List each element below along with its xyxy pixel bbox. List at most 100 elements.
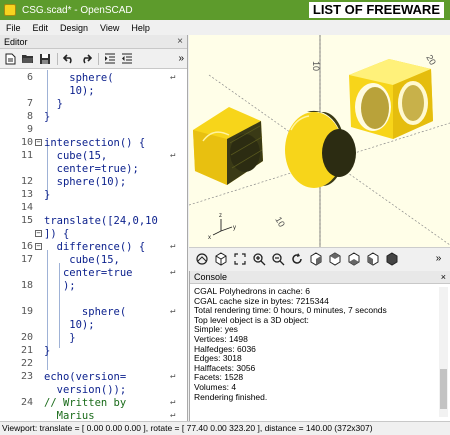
console-panel: Console × CGAL Polyhedrons in cache: 6 CG…: [189, 271, 450, 421]
code-line[interactable]: 20 }: [0, 332, 187, 345]
title-bar: CSG.scad* - OpenSCAD LIST OF FREEWARE: [0, 0, 450, 20]
sphere-object: [285, 110, 356, 188]
view-left-icon[interactable]: [364, 250, 381, 267]
code-text: translate([24,0,10: [44, 215, 158, 227]
code-line[interactable]: 18 );: [0, 280, 187, 293]
line-number: 10: [20, 137, 33, 148]
line-number: 7: [26, 98, 33, 109]
code-text: }: [44, 189, 51, 201]
3d-scene: 10 20 10 z y x: [189, 35, 450, 247]
view-bottom-icon[interactable]: [345, 250, 362, 267]
menu-edit[interactable]: Edit: [27, 23, 55, 33]
editor-toolbar-more-button[interactable]: »: [178, 53, 184, 64]
render-icon[interactable]: [212, 250, 229, 267]
redo-icon[interactable]: [78, 52, 93, 66]
code-text: Marius: [44, 410, 95, 421]
fold-toggle-icon[interactable]: −: [35, 243, 42, 250]
unindent-icon[interactable]: [119, 52, 134, 66]
code-line[interactable]: 22: [0, 358, 187, 371]
save-icon[interactable]: [37, 52, 52, 66]
code-line[interactable]: 6 sphere(↵: [0, 72, 187, 85]
console-close-button[interactable]: ×: [441, 272, 446, 282]
line-number: 12: [20, 176, 33, 187]
viewport-toolbar: »: [189, 247, 450, 269]
new-file-icon[interactable]: [3, 52, 18, 66]
menu-help[interactable]: Help: [125, 23, 156, 33]
code-line[interactable]: 8}: [0, 111, 187, 124]
view-front-icon[interactable]: [383, 250, 400, 267]
console-scrollbar-thumb[interactable]: [440, 369, 447, 409]
open-folder-icon[interactable]: [20, 52, 35, 66]
code-text: }: [44, 111, 51, 123]
code-line[interactable]: 9: [0, 124, 187, 137]
wrap-marker-icon: ↵: [170, 306, 176, 316]
code-text: sphere(: [44, 306, 127, 318]
code-text: }: [44, 332, 76, 344]
wrap-marker-icon: ↵: [170, 72, 176, 82]
code-line[interactable]: 12 sphere(10);: [0, 176, 187, 189]
code-line[interactable]: 10);: [0, 319, 187, 332]
watermark: LIST OF FREEWARE: [308, 2, 444, 18]
code-editor[interactable]: 6 sphere(↵ 10); 7 } 8} 9 10− intersection() {…: [0, 70, 187, 421]
indent-icon[interactable]: [102, 52, 117, 66]
code-line[interactable]: center=true ↵: [0, 267, 187, 280]
code-line[interactable]: 11 cube(15, ↵: [0, 150, 187, 163]
console-output: CGAL Polyhedrons in cache: 6 CGAL cache s…: [194, 286, 434, 402]
fold-toggle-icon[interactable]: −: [35, 230, 42, 237]
toolbar-divider: [98, 52, 99, 65]
line-number: 18: [20, 280, 33, 291]
view-right-icon[interactable]: [307, 250, 324, 267]
code-line[interactable]: −]) {: [0, 228, 187, 241]
code-line[interactable]: [0, 293, 187, 306]
console-line: Rendering finished.: [194, 391, 268, 402]
menu-design[interactable]: Design: [54, 23, 94, 33]
viewport-toolbar-more-button[interactable]: »: [430, 250, 447, 267]
console-scrollbar[interactable]: [439, 287, 448, 417]
render-preview-icon[interactable]: [193, 250, 210, 267]
code-line[interactable]: 24 // Written by ↵: [0, 397, 187, 410]
editor-close-button[interactable]: ×: [177, 36, 183, 47]
code-text: version());: [44, 384, 127, 396]
view-top-icon[interactable]: [326, 250, 343, 267]
fold-toggle-icon[interactable]: −: [35, 139, 42, 146]
line-number: 22: [20, 358, 33, 369]
code-text: echo(version=: [44, 371, 127, 383]
menu-view[interactable]: View: [94, 23, 125, 33]
code-line[interactable]: 23 echo(version= ↵: [0, 371, 187, 384]
code-text: 10);: [44, 85, 95, 97]
code-line[interactable]: 10− intersection() {: [0, 137, 187, 150]
code-text: cube(15,: [44, 150, 108, 162]
reset-view-icon[interactable]: [288, 250, 305, 267]
undo-icon[interactable]: [61, 52, 76, 66]
code-line[interactable]: 21}: [0, 345, 187, 358]
line-number: 14: [20, 202, 33, 213]
editor-title: Editor: [4, 36, 28, 47]
wrap-marker-icon: ↵: [170, 410, 176, 420]
code-line[interactable]: 15 translate([24,0,10: [0, 215, 187, 228]
code-text: 10);: [44, 319, 95, 331]
code-text: intersection() {: [44, 137, 146, 149]
code-text: ]) {: [44, 228, 70, 240]
menu-file[interactable]: File: [0, 23, 27, 33]
editor-panel: Editor × » 6 sphere(↵ 10); 7} 8} 9 10…: [0, 35, 188, 421]
line-number: 15: [20, 215, 33, 226]
3d-viewport[interactable]: 10 20 10 z y x: [189, 35, 450, 247]
code-line[interactable]: 16− difference() {↵: [0, 241, 187, 254]
code-line[interactable]: 17 cube(15,: [0, 254, 187, 267]
zoom-out-icon[interactable]: [269, 250, 286, 267]
code-line[interactable]: center=true);: [0, 163, 187, 176]
code-line[interactable]: 13}: [0, 189, 187, 202]
code-line[interactable]: 19 sphere(↵: [0, 306, 187, 319]
line-number: 8: [26, 111, 33, 122]
axis-tick-label: 10: [311, 61, 321, 71]
code-line[interactable]: 7 }: [0, 98, 187, 111]
zoom-in-icon[interactable]: [250, 250, 267, 267]
view-all-icon[interactable]: [231, 250, 248, 267]
svg-text:y: y: [233, 225, 236, 231]
code-line[interactable]: 14: [0, 202, 187, 215]
code-line[interactable]: 10);: [0, 85, 187, 98]
code-text: center=true);: [44, 163, 139, 175]
code-text: }: [44, 345, 51, 357]
code-line[interactable]: version());: [0, 384, 187, 397]
code-line[interactable]: Marius ↵: [0, 410, 187, 421]
